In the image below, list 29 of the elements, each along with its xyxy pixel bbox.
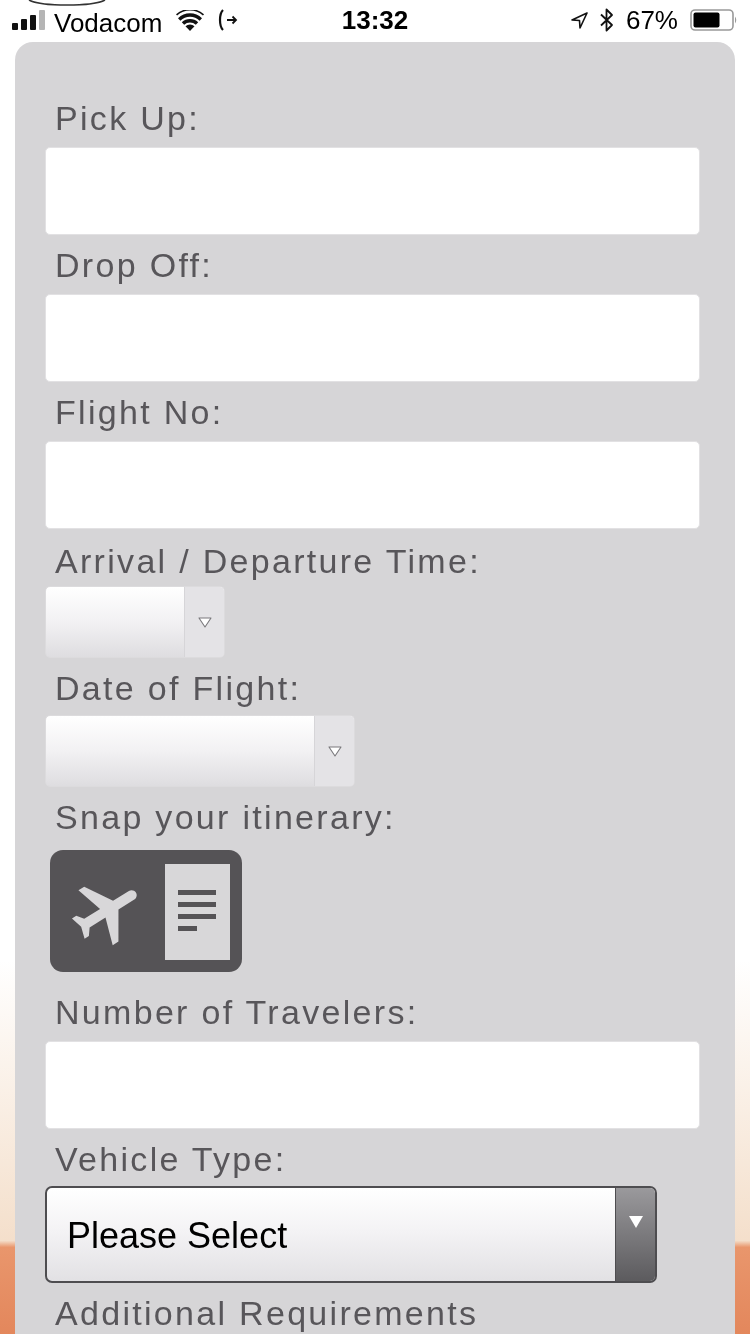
field-label: Arrival / Departure Time: (55, 543, 481, 580)
battery-icon (690, 9, 738, 31)
field-label: Flight No: (55, 394, 224, 431)
battery-percent: 67% (625, 6, 678, 34)
status-time: 13:32 (341, 6, 409, 34)
itinerary-upload-icon[interactable] (50, 850, 242, 972)
text-input[interactable] (45, 1041, 700, 1129)
time-select[interactable] (45, 586, 225, 658)
field-label: Snap your itinerary: (55, 799, 396, 836)
location-arrow-icon (570, 11, 588, 29)
text-input[interactable] (45, 147, 700, 235)
phone-arrow-icon (218, 9, 239, 31)
field-label: Additional Requirements (55, 1295, 479, 1332)
field-label: Vehicle Type: (55, 1141, 287, 1178)
field-label: Number of Travelers: (55, 994, 419, 1031)
carrier-name: Vodacom (54, 11, 163, 35)
date-select[interactable] (45, 715, 355, 787)
field-label: Date of Flight: (55, 670, 302, 707)
dropdown-caret-icon (197, 616, 212, 628)
bluetooth-icon (599, 8, 614, 32)
text-input[interactable] (45, 294, 700, 382)
dropdown-caret-icon (327, 745, 342, 757)
signal-icon (12, 10, 46, 30)
field-label: Drop Off: (55, 247, 213, 284)
vehicle-type-select[interactable]: Please Select (45, 1186, 657, 1283)
field-label: Pick Up: (55, 100, 200, 137)
wifi-icon (176, 9, 205, 31)
text-input[interactable] (45, 441, 700, 529)
dropdown-caret-icon (628, 1216, 643, 1228)
